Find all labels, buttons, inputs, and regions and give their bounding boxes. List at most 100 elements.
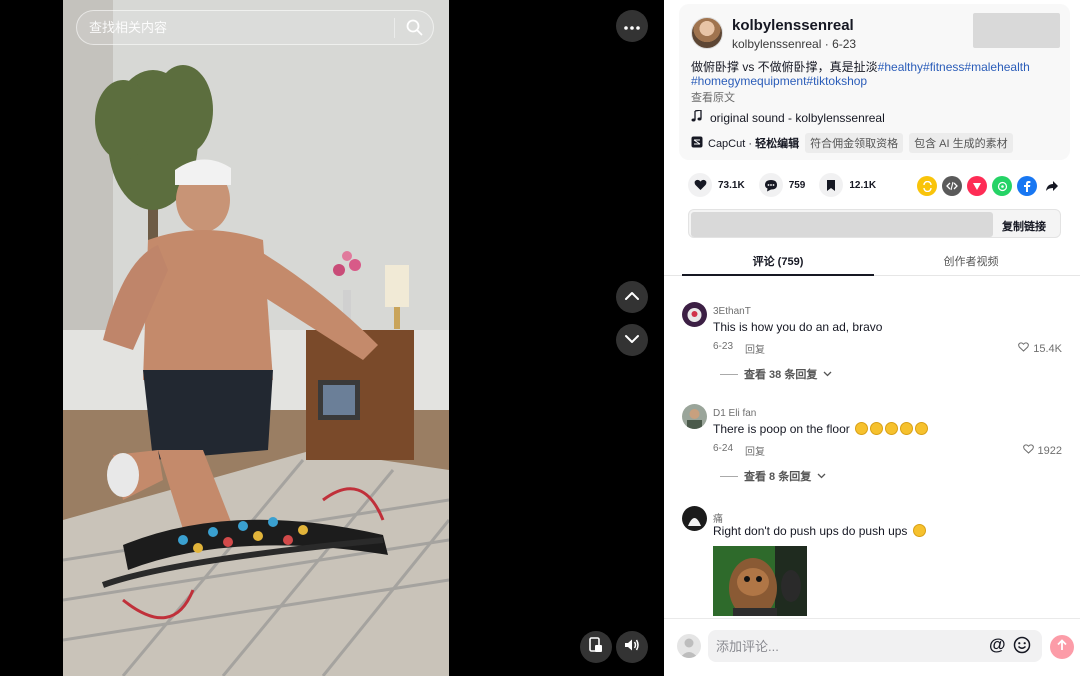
ellipsis-icon xyxy=(624,17,640,35)
chevron-down-icon xyxy=(624,331,640,349)
comment-text-body: There is poop on the floor xyxy=(713,422,850,436)
previous-video-button[interactable] xyxy=(616,281,648,313)
ai-generated-chip: 包含 AI 生成的素材 xyxy=(909,133,1013,153)
video-stage xyxy=(0,0,664,676)
picture-in-picture-button[interactable] xyxy=(580,631,612,663)
current-user-avatar xyxy=(677,634,701,658)
comment-like-button[interactable]: 1922 xyxy=(1022,444,1062,457)
replies-dash xyxy=(720,373,738,375)
reply-button[interactable]: 回复 xyxy=(745,341,765,356)
view-replies-button[interactable]: 查看 38 条回复 xyxy=(720,366,832,382)
commenter-avatar[interactable] xyxy=(682,506,707,531)
comment-like-count: 1922 xyxy=(1037,444,1062,457)
comment-gif-image[interactable] xyxy=(713,546,807,616)
video-url-field[interactable] xyxy=(691,212,993,237)
search-icon[interactable] xyxy=(395,11,433,44)
comment-input-bar: @ xyxy=(664,618,1080,676)
search-bar[interactable] xyxy=(76,10,434,45)
capcut-label: CapCut · 轻松编辑 xyxy=(708,135,799,151)
dot-separator: · xyxy=(824,37,833,51)
comment-text: There is poop on the floor xyxy=(713,422,929,436)
post-description: 做俯卧撑 vs 不做俯卧撑，真是扯淡#healthy#fitness#maleh… xyxy=(691,60,1061,88)
send-comment-button[interactable] xyxy=(1050,635,1074,659)
hashtags-line-1[interactable]: #healthy#fitness#malehealth xyxy=(878,60,1030,74)
chevron-up-icon xyxy=(624,288,640,306)
whatsapp-icon[interactable] xyxy=(992,176,1012,196)
capcut-icon xyxy=(691,136,703,151)
floating-player-icon xyxy=(589,636,603,658)
comment-date: 6-24 xyxy=(713,443,734,454)
embed-icon[interactable] xyxy=(942,176,962,196)
volume-button[interactable] xyxy=(616,631,648,663)
music-note-icon xyxy=(691,109,702,125)
comment-tabs: 评论 (759) 创作者视频 xyxy=(664,246,1080,276)
emoji-icon[interactable] xyxy=(1013,636,1031,659)
comment-text: This is how you do an ad, bravo xyxy=(713,320,883,334)
chevron-down-icon xyxy=(823,368,832,380)
rofl-emoji-icon xyxy=(853,422,929,436)
commenter-name[interactable]: D1 Eli fan xyxy=(713,408,756,419)
like-action[interactable]: 73.1K xyxy=(688,173,745,197)
commenter-name[interactable]: 痛 xyxy=(713,510,723,525)
search-input[interactable] xyxy=(77,11,394,44)
author-subline: kolbylenssenreal · 6-23 xyxy=(732,37,856,51)
music-row[interactable]: original sound - kolbylenssenreal xyxy=(691,109,885,125)
comment-text: Right don't do push ups do push ups xyxy=(713,524,926,538)
comment-list: 3EthanT This is how you do an ad, bravo … xyxy=(664,282,1080,616)
like-count: 73.1K xyxy=(718,179,745,191)
reply-button[interactable]: 回复 xyxy=(745,443,765,458)
commenter-avatar[interactable] xyxy=(682,404,707,429)
music-title: original sound - kolbylenssenreal xyxy=(710,110,885,125)
post-info-card: kolbylenssenreal kolbylenssenreal · 6-23… xyxy=(679,4,1070,160)
save-count: 12.1K xyxy=(849,179,877,191)
view-replies-label: 查看 8 条回复 xyxy=(744,471,812,483)
hashtags-line-2[interactable]: #homegymequipment#tiktokshop xyxy=(691,74,867,88)
chevron-down-icon xyxy=(817,470,826,482)
comment-count: 759 xyxy=(788,179,806,191)
speaker-icon xyxy=(624,638,640,657)
post-date: 6-23 xyxy=(832,37,857,51)
heart-outline-icon xyxy=(1022,444,1034,457)
arrow-up-icon xyxy=(1056,638,1068,656)
commenter-avatar[interactable] xyxy=(682,302,707,327)
heart-icon xyxy=(688,173,712,197)
video-player[interactable] xyxy=(63,0,449,676)
commission-eligible-chip: 符合佣金领取资格 xyxy=(805,133,904,153)
repost-icon[interactable] xyxy=(917,176,937,196)
facebook-icon[interactable] xyxy=(1017,176,1037,196)
comment-bubble-icon xyxy=(758,173,783,197)
next-video-button[interactable] xyxy=(616,324,648,356)
comment-date: 6-23 xyxy=(713,341,734,352)
share-arrow-icon[interactable] xyxy=(1042,176,1062,196)
save-action[interactable]: 12.1K xyxy=(819,173,876,197)
comment-item: 痛 Right don't do push ups do push ups xyxy=(682,486,1080,616)
video-frame-image xyxy=(63,0,449,676)
see-original-link[interactable]: 查看原文 xyxy=(691,89,735,105)
comment-text-body: Right don't do push ups do push ups xyxy=(713,524,908,538)
heart-outline-icon xyxy=(1018,342,1030,355)
commenter-name[interactable]: 3EthanT xyxy=(713,306,751,317)
copy-link-box: 复制链接 xyxy=(688,209,1061,238)
author-name[interactable]: kolbylenssenreal xyxy=(732,17,854,34)
comment-item: D1 Eli fan There is poop on the floor 6-… xyxy=(682,384,1080,486)
engagement-actions: 73.1K 759 12.1K xyxy=(688,173,890,197)
comment-like-count: 15.4K xyxy=(1033,342,1062,355)
description-text: 做俯卧撑 vs 不做俯卧撑，真是扯淡 xyxy=(691,60,878,74)
tab-comments[interactable]: 评论 (759) xyxy=(682,246,874,276)
bookmark-icon xyxy=(819,173,844,197)
tab-creator-videos[interactable]: 创作者视频 xyxy=(874,246,1068,276)
author-avatar[interactable] xyxy=(691,17,723,49)
follow-button[interactable] xyxy=(973,13,1060,48)
copy-link-button[interactable]: 复制链接 xyxy=(1002,218,1046,234)
view-replies-button[interactable]: 查看 8 条回复 xyxy=(720,468,826,484)
capcut-prefix: CapCut · xyxy=(708,138,756,150)
more-options-button[interactable] xyxy=(616,10,648,42)
comment-like-button[interactable]: 15.4K xyxy=(1018,342,1062,355)
replies-dash xyxy=(720,475,738,477)
mention-button[interactable]: @ xyxy=(989,635,1006,655)
comment-action[interactable]: 759 xyxy=(758,173,806,197)
comment-item: 3EthanT This is how you do an ad, bravo … xyxy=(682,282,1080,384)
smirk-emoji-icon xyxy=(912,524,926,537)
send-to-friends-icon[interactable] xyxy=(967,176,987,196)
capcut-chip[interactable]: CapCut · 轻松编辑 xyxy=(691,135,799,151)
